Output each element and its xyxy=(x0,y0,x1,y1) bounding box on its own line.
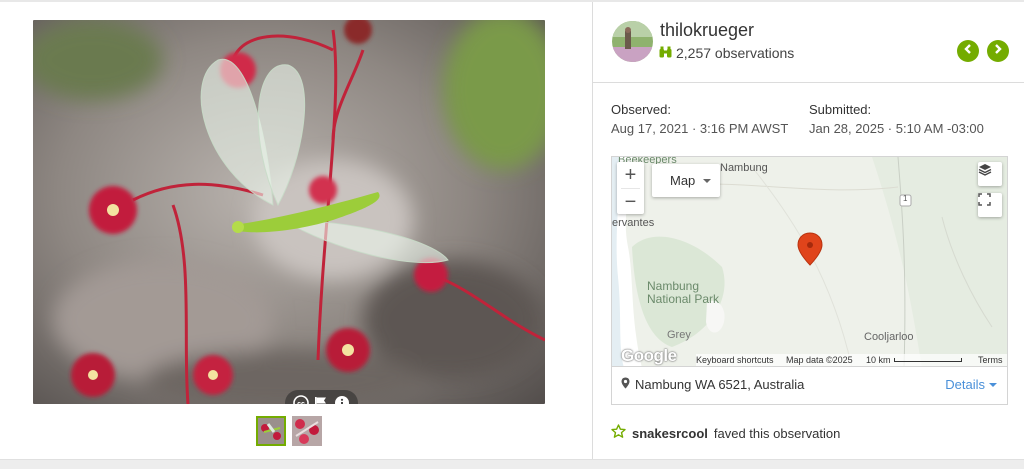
header-divider xyxy=(593,82,1024,83)
chevron-down-icon xyxy=(703,179,711,183)
map-label-cooljarloo: Cooljarloo xyxy=(864,331,914,343)
fave-notice: snakesrcool faved this observation xyxy=(611,424,840,442)
previous-observation-button[interactable] xyxy=(957,40,979,62)
fave-text: faved this observation xyxy=(713,425,841,441)
photo-thumbnails xyxy=(256,416,322,446)
observation-count-label: 2,257 observations xyxy=(676,45,795,61)
map-label-park-2: National Park xyxy=(647,292,720,306)
chevron-right-icon xyxy=(992,42,1004,60)
scale-bar xyxy=(894,358,962,362)
details-dropdown[interactable]: Details xyxy=(945,377,997,392)
observation-photo[interactable]: cc xyxy=(33,20,545,404)
bottom-bar xyxy=(0,459,1024,469)
thumbnail-2[interactable] xyxy=(292,416,322,446)
map-pin-icon xyxy=(621,377,630,392)
keyboard-shortcuts-link[interactable]: Keyboard shortcuts xyxy=(696,355,774,365)
info-icon[interactable] xyxy=(333,395,350,404)
details-label: Details xyxy=(945,377,985,392)
map-label-cervantes: ervantes xyxy=(612,217,655,229)
map-footer: Keyboard shortcuts Map data ©2025 10 km … xyxy=(696,354,1007,366)
flag-icon[interactable] xyxy=(313,395,330,404)
svg-text:cc: cc xyxy=(297,401,305,404)
column-divider xyxy=(592,2,593,459)
top-border xyxy=(0,0,1024,2)
map-type-label: Map xyxy=(670,173,696,188)
observation-map[interactable]: 1 Beekeepers Nambung ervantes Nambung Na… xyxy=(611,156,1008,367)
map-label-grey: Grey xyxy=(667,329,691,341)
binoculars-icon xyxy=(659,45,672,61)
submitted-date: Jan 28, 2025 · 5:10 AM -03:00 xyxy=(809,121,984,136)
observed-label: Observed: xyxy=(611,102,671,117)
google-logo: Google xyxy=(621,346,677,365)
zoom-controls: + − xyxy=(617,162,644,214)
scale-label[interactable]: 10 km xyxy=(866,355,891,365)
chevron-down-icon xyxy=(989,382,997,387)
observer-username[interactable]: thilokrueger xyxy=(660,20,754,41)
place-guess: Nambung WA 6521, Australia xyxy=(621,377,804,392)
observation-count[interactable]: 2,257 observations xyxy=(659,45,794,61)
cc-icon[interactable]: cc xyxy=(293,395,310,404)
road-number: 1 xyxy=(903,194,908,203)
zoom-in-button[interactable]: + xyxy=(617,162,644,188)
map-type-select[interactable]: Map xyxy=(652,164,720,197)
terms-link[interactable]: Terms xyxy=(978,355,1003,365)
zoom-out-button[interactable]: − xyxy=(617,189,644,215)
map-data-attribution: Map data ©2025 xyxy=(786,355,853,365)
place-name: Nambung WA 6521, Australia xyxy=(635,377,805,392)
photo-controls: cc xyxy=(285,390,358,404)
submitted-label: Submitted: xyxy=(809,102,872,117)
fullscreen-button[interactable] xyxy=(978,193,1002,217)
avatar[interactable] xyxy=(612,21,653,62)
chevron-left-icon xyxy=(962,42,974,60)
map-label-nambung-town: Nambung xyxy=(720,162,768,174)
next-observation-button[interactable] xyxy=(987,40,1009,62)
fave-user-link[interactable]: snakesrcool xyxy=(632,426,708,441)
observed-date: Aug 17, 2021 · 3:16 PM AWST xyxy=(611,121,789,136)
place-row: Nambung WA 6521, Australia Details xyxy=(611,367,1008,405)
star-icon[interactable] xyxy=(611,424,626,442)
thumbnail-1[interactable] xyxy=(256,416,286,446)
map-label-park-1: Nambung xyxy=(647,279,700,293)
layers-button[interactable] xyxy=(978,162,1002,186)
